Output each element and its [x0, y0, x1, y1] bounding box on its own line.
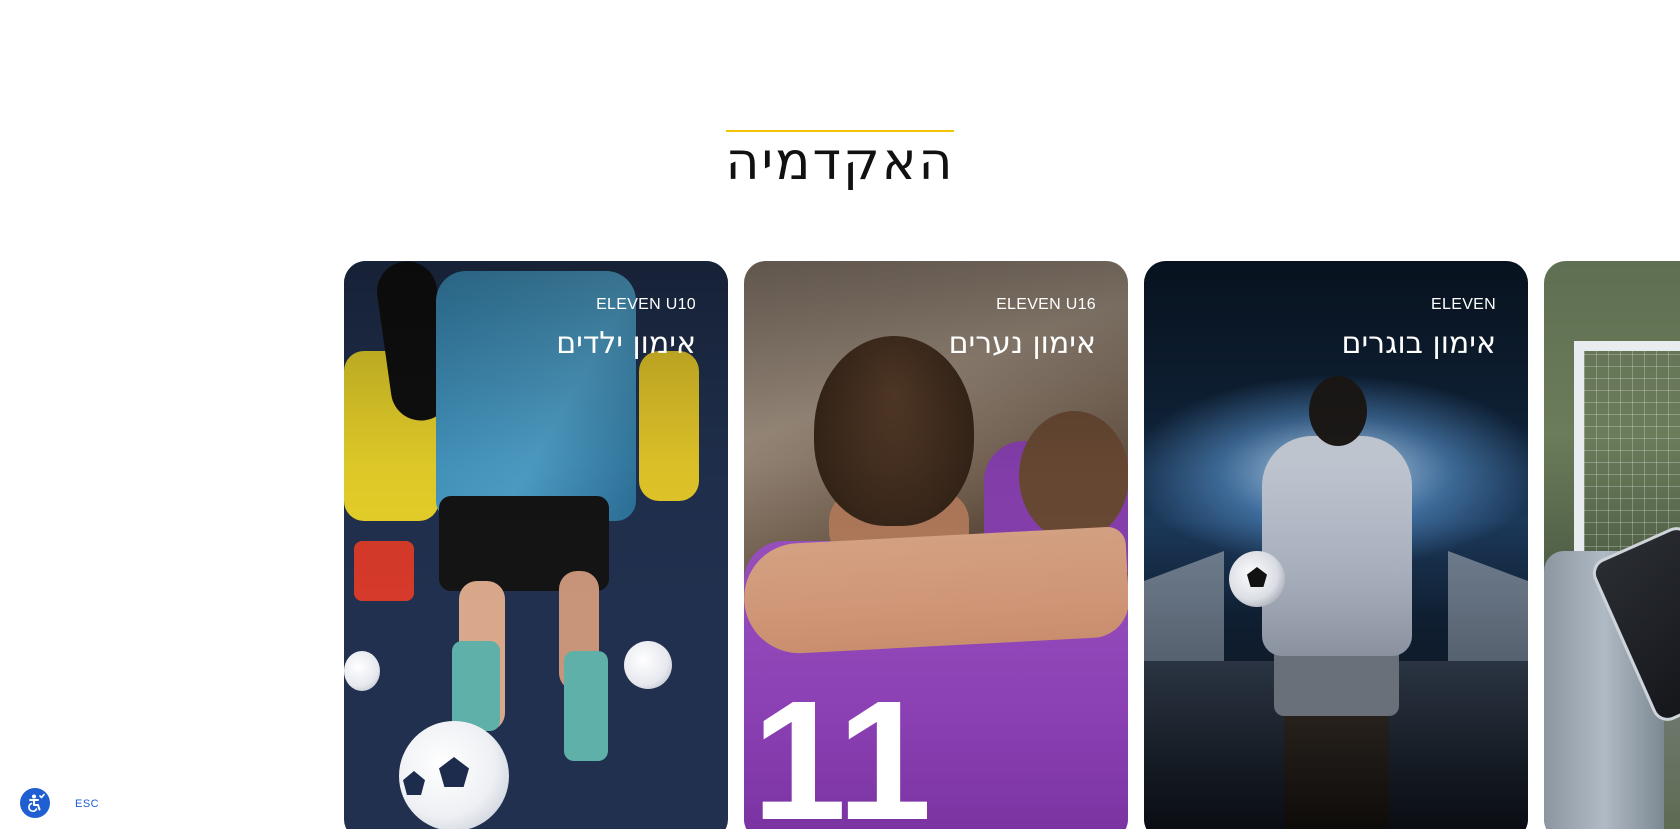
program-cards-carousel[interactable]: ELEVEN U10 אימון ילדים 11 ELEVEN U16 אימ… — [0, 261, 1680, 829]
program-card-adults[interactable]: ELEVEN אימון בוגרים — [1144, 261, 1528, 829]
program-card-kids[interactable]: ELEVEN U10 אימון ילדים — [344, 261, 728, 829]
card-caption: ELEVEN אימון בוגרים — [1342, 295, 1496, 363]
card-caption: ELEVEN U16 אימון נערים — [949, 295, 1096, 363]
esc-label: ESC — [75, 798, 100, 810]
program-card-youth[interactable]: 11 ELEVEN U16 אימון נערים — [744, 261, 1128, 829]
card-title: אימון בוגרים — [1341, 326, 1496, 361]
academy-section: האקדמיה ELEVEN U10 אימון ילדים ELEVEN U1… — [0, 0, 1680, 829]
card-caption: ELEVEN U10 אימון ילדים — [556, 295, 696, 363]
card-image-partial — [1544, 261, 1680, 829]
accessibility-icon — [28, 793, 45, 813]
card-subtitle: ELEVEN — [1431, 296, 1496, 313]
card-subtitle: ELEVEN U10 — [596, 296, 696, 313]
program-card-partial[interactable] — [1544, 261, 1680, 829]
card-title: אימון נערים — [948, 326, 1096, 361]
section-title: האקדמיה — [725, 130, 955, 192]
card-title: אימון ילדים — [556, 326, 696, 361]
card-subtitle: ELEVEN U16 — [996, 296, 1096, 313]
accessibility-button[interactable] — [20, 788, 50, 818]
section-header: האקדמיה — [0, 130, 1680, 188]
